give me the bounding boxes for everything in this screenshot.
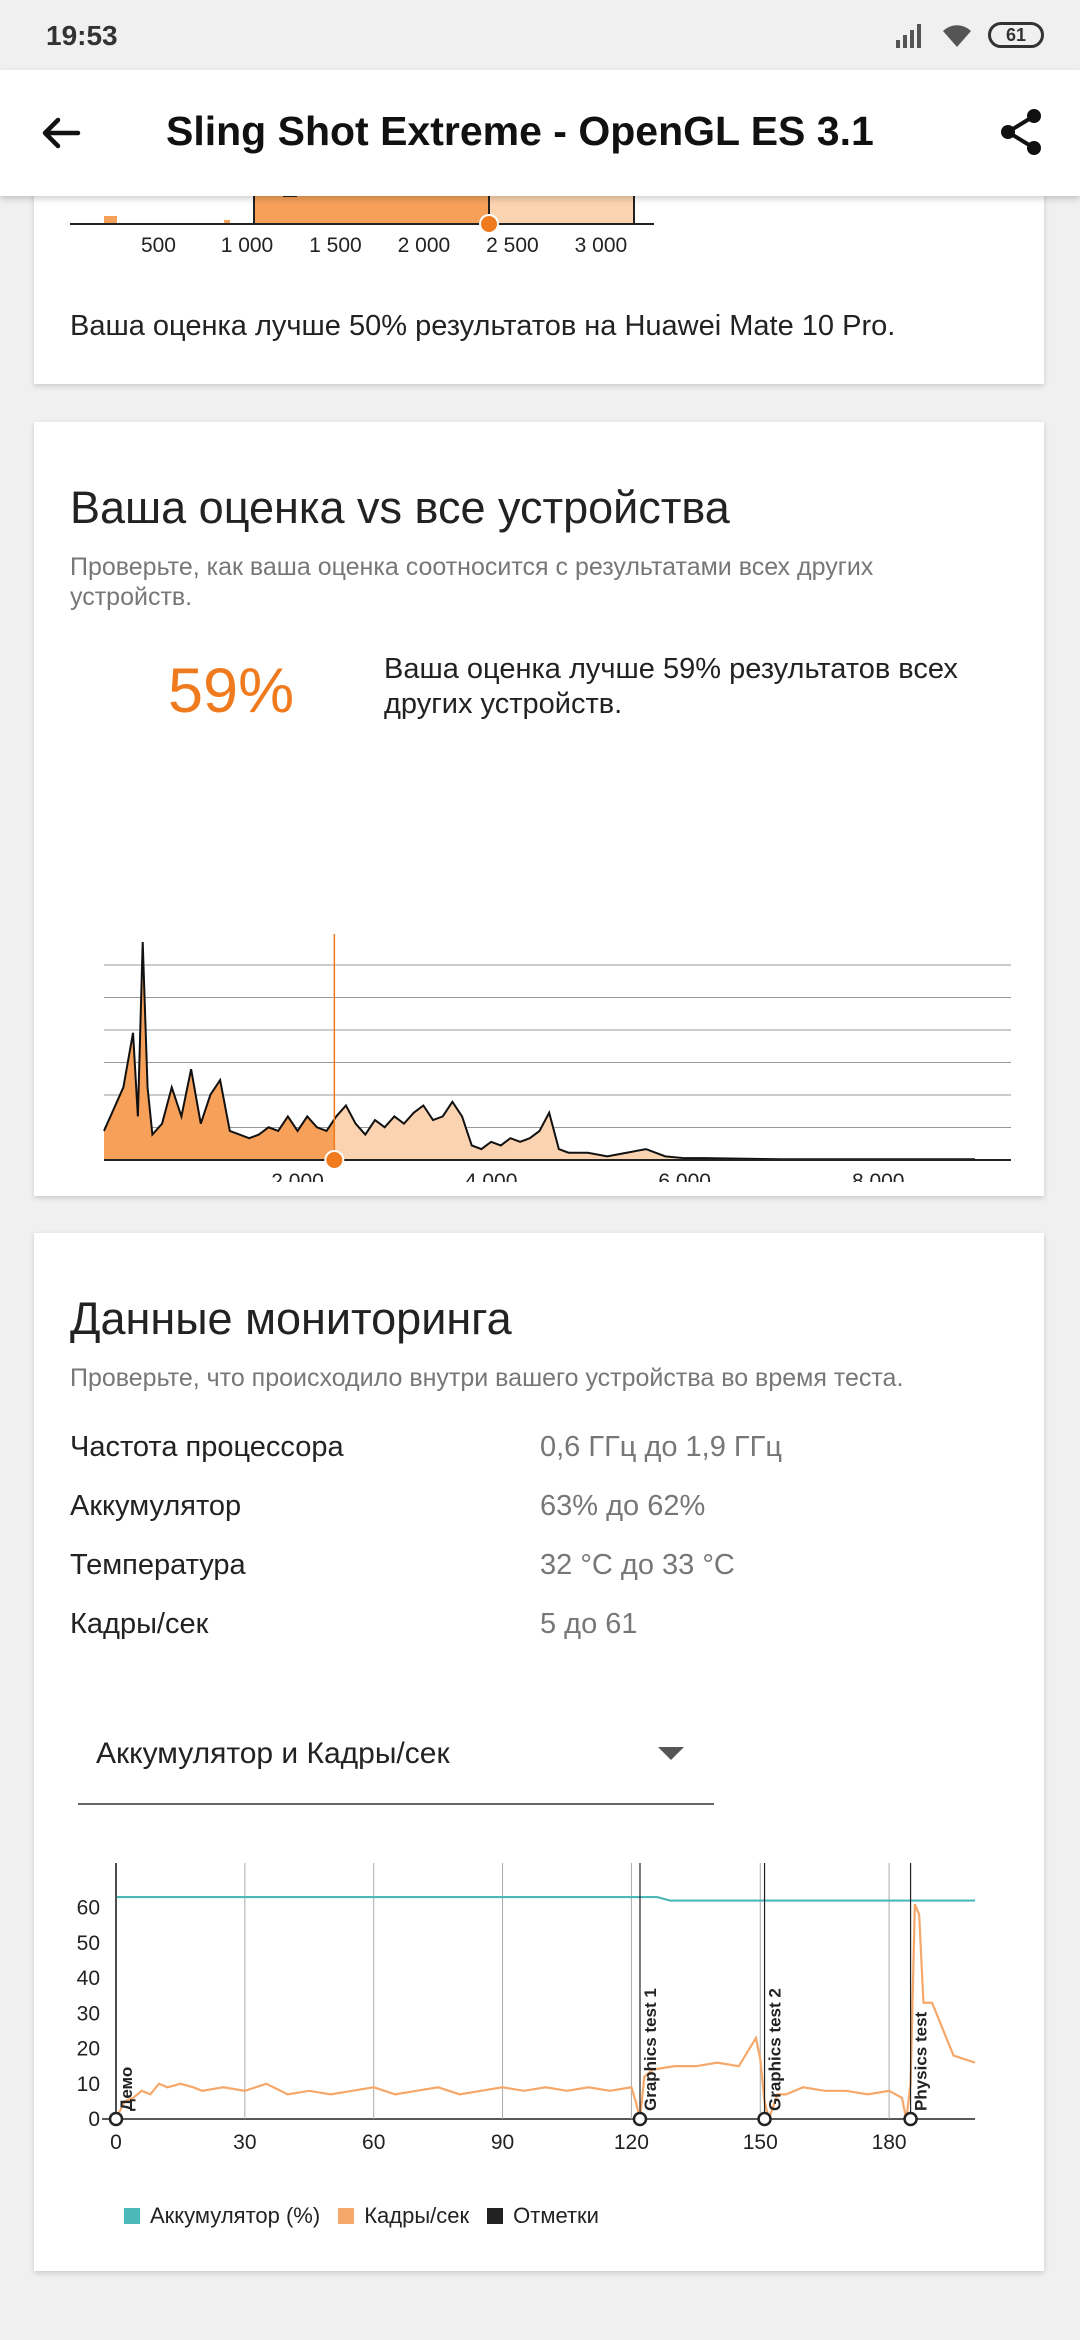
chart-legend: Аккумулятор (%) Кадры/сек Отметки — [124, 2203, 599, 2229]
wifi-icon — [943, 25, 971, 47]
monitor-value: 63% до 62% — [540, 1490, 706, 1522]
legend-item-battery: Аккумулятор (%) — [124, 2203, 320, 2229]
all-devices-histogram-chart: 2 000 4 000 6 000 8 000 — [103, 934, 1011, 1182]
x-tick-label: 60 — [362, 2131, 385, 2154]
y-tick-label: 20 — [77, 2038, 100, 2061]
marker-point — [757, 2111, 772, 2127]
histogram-outline — [103, 941, 975, 1161]
page-title: Sling Shot Extreme - OpenGL ES 3.1 — [166, 108, 874, 154]
monitoring-card: Данные мониторинга Проверьте, что происх… — [34, 1233, 1044, 2271]
legend-swatch — [124, 2208, 140, 2224]
x-tick-label: 120 — [614, 2131, 649, 2154]
battery-indicator: 61 — [988, 22, 1044, 48]
arrow-back-icon[interactable] — [36, 108, 86, 158]
monitor-row-cpu: Частота процессора 0,6 ГГц до 1,9 ГГц — [70, 1431, 1010, 1471]
y-tick-label: 60 — [77, 1897, 100, 1920]
monitor-label: Аккумулятор — [70, 1490, 242, 1522]
legend-label: Отметки — [513, 2203, 599, 2228]
legend-swatch — [338, 2208, 355, 2224]
monitor-value: 0,6 ГГц до 1,9 ГГц — [540, 1431, 782, 1463]
monitor-row-fps: Кадры/сек 5 до 61 — [70, 1608, 1010, 1648]
x-tick-label: 6 000 — [658, 1170, 711, 1182]
all-devices-subtitle: Проверьте, как ваша оценка соотносится с… — [70, 553, 874, 611]
x-tick-label: 500 — [141, 234, 176, 257]
marker-point — [632, 2111, 648, 2127]
monitor-row-battery: Аккумулятор 63% до 62% — [70, 1490, 1010, 1530]
status-bar: 19:53 61 — [0, 0, 1080, 70]
status-time: 19:53 — [46, 20, 118, 51]
monitor-label: Кадры/сек — [70, 1608, 209, 1640]
x-tick-label: 4 000 — [465, 1170, 518, 1182]
x-tick-label: 150 — [743, 2131, 778, 2154]
monitoring-subtitle: Проверьте, что происходило внутри вашего… — [70, 1364, 904, 1392]
status-icons: 61 — [894, 18, 1044, 52]
x-tick-label: 30 — [233, 2131, 256, 2154]
y-tick-label: 30 — [77, 2002, 100, 2025]
monitor-value: 5 до 61 — [540, 1608, 638, 1640]
all-devices-card: Ваша оценка vs все устройства Проверьте,… — [34, 422, 1044, 1196]
user-score-marker — [324, 1150, 345, 1170]
x-tick-label: 2 500 — [486, 234, 539, 257]
y-tick-label: 40 — [77, 1967, 100, 1990]
monitor-label: Температура — [70, 1549, 246, 1581]
x-tick-label: 180 — [872, 2131, 907, 2154]
score-percent-text: Ваша оценка лучше 59% результатов всех д… — [384, 653, 958, 720]
share-icon[interactable] — [994, 104, 1050, 160]
x-tick-label: 2 000 — [398, 234, 451, 257]
histogram-area-below — [104, 216, 117, 224]
legend-label: Кадры/сек — [364, 2203, 470, 2228]
y-tick-label: 50 — [77, 1932, 100, 1955]
chart-series-dropdown[interactable]: Аккумулятор и Кадры/сек — [78, 1693, 714, 1805]
x-tick-label: 8 000 — [852, 1170, 905, 1182]
monitoring-line-chart: 0 30 60 90 120 150 180 0 10 20 30 40 50 60 Демо Graphic… — [77, 1863, 976, 2154]
signal-icon — [896, 24, 921, 48]
dropdown-selected-value: Аккумулятор и Кадры/сек — [96, 1737, 450, 1770]
marker-label: Graphics test 1 — [641, 1988, 660, 2111]
score-percent: 59% — [168, 656, 295, 726]
legend-item-markers: Отметки — [487, 2203, 599, 2229]
x-tick-label: 3 000 — [575, 234, 628, 257]
x-tick-label: 1 500 — [309, 234, 362, 257]
battery-level: 61 — [1005, 24, 1027, 45]
legend-swatch — [487, 2208, 504, 2224]
all-devices-title: Ваша оценка vs все устройства — [70, 482, 730, 533]
marker-label: Демо — [117, 2067, 136, 2111]
marker-point — [903, 2111, 918, 2127]
monitor-value: 32 °C до 33 °C — [540, 1549, 735, 1581]
monitoring-title: Данные мониторинга — [70, 1293, 512, 1344]
monitor-row-temperature: Температура 32 °C до 33 °C — [70, 1549, 1010, 1589]
user-score-marker — [479, 214, 499, 234]
x-tick-label: 2 000 — [271, 1170, 324, 1182]
histogram-area-above — [334, 1101, 975, 1160]
monitor-label: Частота процессора — [70, 1431, 344, 1463]
legend-label: Аккумулятор (%) — [150, 2203, 321, 2228]
x-tick-label: 0 — [110, 2131, 122, 2154]
marker-label: Graphics test 2 — [766, 1988, 785, 2111]
comparison-text: Ваша оценка лучше 50% результатов на Hua… — [70, 310, 896, 342]
app-bar: Sling Shot Extreme - OpenGL ES 3.1 — [0, 70, 1080, 196]
y-tick-label: 0 — [88, 2108, 100, 2131]
x-tick-label: 1 000 — [221, 234, 274, 257]
x-tick-label: 90 — [491, 2131, 514, 2154]
dropdown-arrow-icon — [658, 1747, 684, 1760]
y-tick-label: 10 — [77, 2073, 100, 2096]
legend-item-fps: Кадры/сек — [338, 2203, 469, 2229]
marker-label: Physics test — [912, 2011, 931, 2111]
marker-point — [108, 2111, 124, 2127]
